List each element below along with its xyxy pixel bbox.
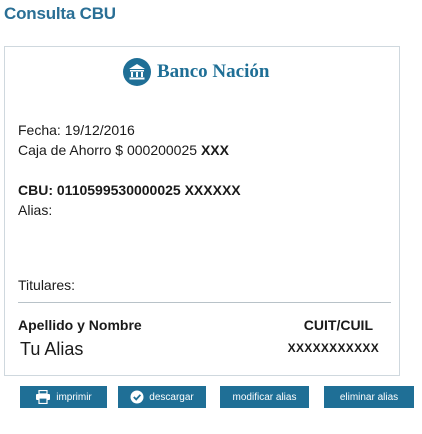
holder-name: Tu Alias [20,339,84,359]
date-label: Fecha: [18,122,61,138]
column-header-cuit: CUIT/CUIL [303,317,373,333]
bank-name: Banco Nación [157,61,270,82]
printer-icon [35,390,51,404]
cbu-mask: XXXXXX [184,182,241,198]
date-value: 19/12/2016 [64,122,135,138]
alias-line: Alias: [18,201,52,219]
holders-label: Titulares: [18,277,76,293]
download-check-icon [130,390,144,404]
print-button-label: imprimir [56,391,92,403]
cbu-card: Banco Nación Fecha: 19/12/2016 Caja de A… [4,46,400,376]
delete-alias-button-label: eliminar alias [339,391,399,403]
download-button[interactable]: descargar [118,386,206,408]
account-line: Caja de Ahorro $ 000200025 XXX [18,141,229,159]
print-button[interactable]: imprimir [20,386,107,408]
account-mask: XXX [200,142,229,158]
modify-alias-button-label: modificar alias [232,391,297,403]
account-type: Caja de Ahorro $ 000200025 [18,142,198,158]
page-title: Consulta CBU [4,4,116,23]
holder-cuit: XXXXXXXXXXX [287,341,379,355]
cbu-number: 0110599530000025 [56,182,181,198]
date-line: Fecha: 19/12/2016 [18,121,135,139]
modify-alias-button[interactable]: modificar alias [220,386,309,408]
holders-divider [18,302,391,303]
delete-alias-button[interactable]: eliminar alias [324,386,414,408]
download-button-label: descargar [149,391,194,403]
column-header-name: Apellido y Nombre [18,317,142,333]
cbu-line: CBU: 0110599530000025 XXXXXX [18,181,241,199]
bank-building-icon [123,58,151,86]
bank-logo: Banco Nación [123,57,269,87]
cbu-label: CBU: [18,182,53,198]
alias-label: Alias: [18,202,53,218]
